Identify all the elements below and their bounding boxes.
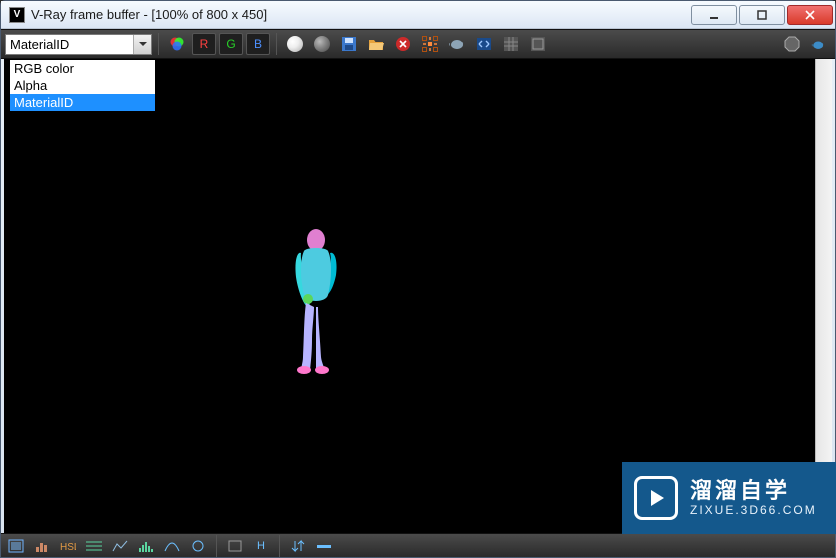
watermark-line1: 溜溜自学 [690,478,817,503]
dropdown-caret-icon [133,35,151,54]
statusbar: HSL H [1,533,835,557]
toolbar: MaterialID R G B [1,29,835,59]
teapot-button[interactable] [445,33,469,55]
watermark-play-icon [634,476,678,520]
window-title: V-Ray frame buffer - [100% of 800 x 450] [31,7,691,22]
sb-btn-8[interactable] [187,537,209,555]
maximize-button[interactable] [739,5,785,25]
sb-btn-12[interactable] [313,537,335,555]
separator [158,33,159,55]
grey-sphere-button[interactable] [310,33,334,55]
channel-option-alpha[interactable]: Alpha [10,77,155,94]
channel-dropdown[interactable]: RGB color Alpha MaterialID [9,59,156,112]
stop-render-button[interactable] [780,33,804,55]
region-render-button[interactable] [418,33,442,55]
sb-btn-3[interactable]: HSL [57,537,79,555]
grey-sphere-icon [314,36,330,52]
sb-btn-10[interactable]: H [250,537,272,555]
save-button[interactable] [337,33,361,55]
white-sphere-button[interactable] [283,33,307,55]
grid-button-2[interactable] [526,33,550,55]
sb-btn-11[interactable] [287,537,309,555]
sb-btn-2[interactable] [31,537,53,555]
channel-select-value: MaterialID [10,37,69,52]
app-icon [9,7,25,23]
sb-btn-6[interactable] [135,537,157,555]
sb-btn-4[interactable] [83,537,105,555]
clear-button[interactable] [391,33,415,55]
rendered-figure [286,229,344,374]
render-button[interactable] [807,33,831,55]
channel-option-rgb[interactable]: RGB color [10,60,155,77]
open-folder-button[interactable] [364,33,388,55]
titlebar: V-Ray frame buffer - [100% of 800 x 450] [1,1,835,29]
minimize-button[interactable] [691,5,737,25]
sb-btn-1[interactable] [5,537,27,555]
r-channel-button[interactable]: R [192,33,216,55]
separator [276,33,277,55]
watermark: 溜溜自学 ZIXUE.3D66.COM [622,462,836,534]
svg-text:HSL: HSL [60,542,76,553]
white-sphere-icon [287,36,303,52]
sb-btn-5[interactable] [109,537,131,555]
compare-button[interactable] [472,33,496,55]
separator [279,535,280,557]
channel-option-materialid[interactable]: MaterialID [10,94,155,111]
b-channel-button[interactable]: B [246,33,270,55]
channel-select[interactable]: MaterialID [5,34,152,55]
g-channel-button[interactable]: G [219,33,243,55]
rgb-circles-button[interactable] [165,33,189,55]
sb-btn-9[interactable] [224,537,246,555]
sb-btn-7[interactable] [161,537,183,555]
grid-button-1[interactable] [499,33,523,55]
separator [216,535,217,557]
close-button[interactable] [787,5,833,25]
watermark-line2: ZIXUE.3D66.COM [690,504,817,518]
